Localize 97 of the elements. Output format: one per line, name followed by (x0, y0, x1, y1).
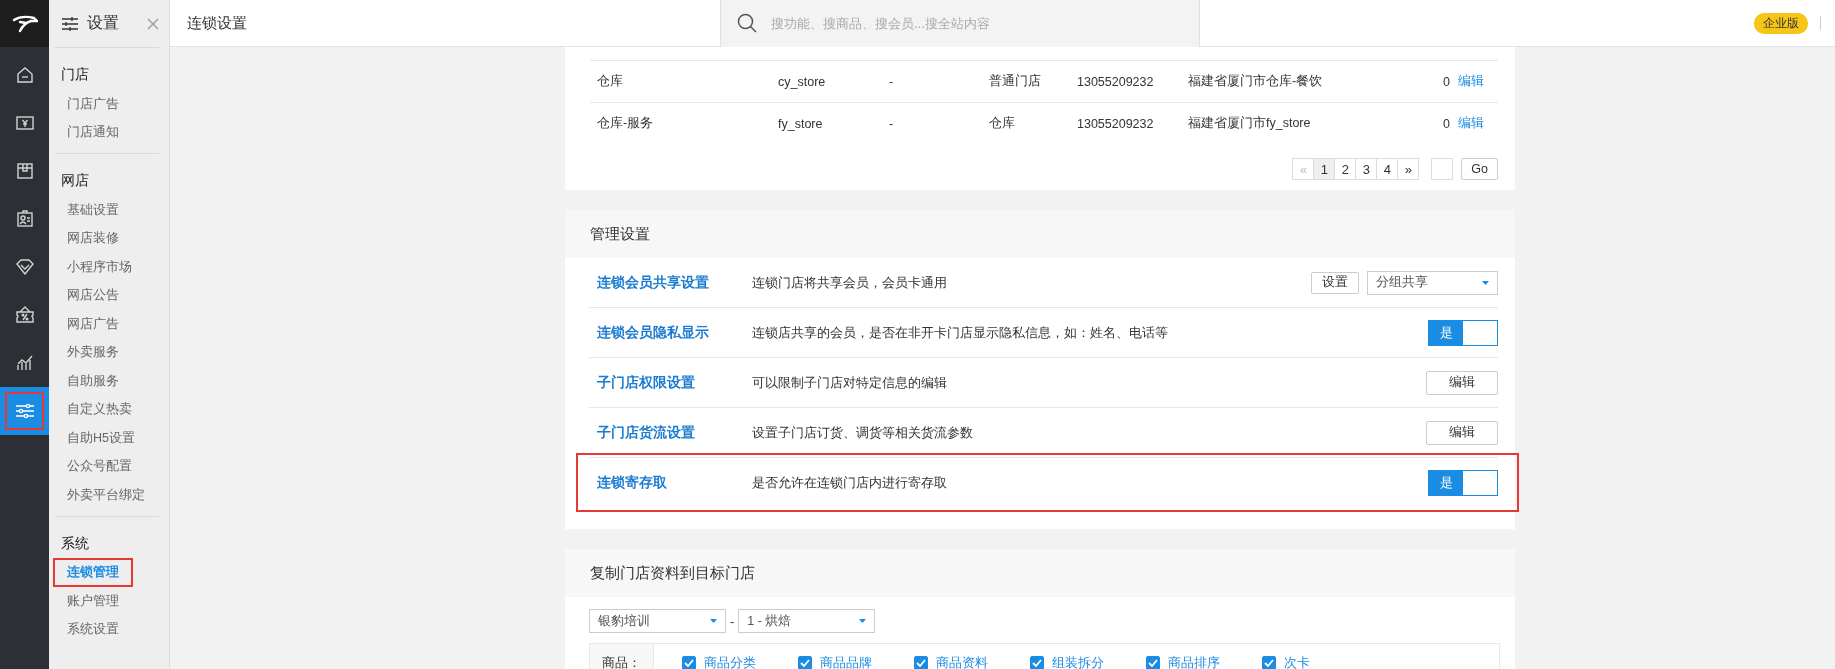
sidebar-item[interactable]: 自助H5设置 (61, 427, 141, 449)
table-cell-text: 仓库 (989, 115, 1016, 132)
setting-description: 可以限制子门店对特定信息的编辑 (752, 373, 947, 392)
row-label: 商品： (590, 644, 654, 669)
setting-description: 设置子门店订货、调货等相关货流参数 (752, 423, 973, 442)
source-store-dropdown[interactable]: 银豹培训 (589, 609, 726, 633)
search-field[interactable]: 搜功能、搜商品、搜会员...搜全站内容 (720, 0, 1200, 47)
checkbox-label[interactable]: 商品排序 (1168, 654, 1220, 669)
sidebar-group-title: 系统 (60, 533, 90, 553)
settings-button[interactable]: 设置 (1311, 271, 1359, 294)
edit-button[interactable]: 编辑 (1426, 420, 1498, 445)
checkbox-label[interactable]: 组装拆分 (1052, 654, 1104, 669)
section-title: 复制门店资料到目标门店 (590, 563, 755, 583)
page-number-button[interactable]: 4 (1376, 158, 1399, 180)
search-input[interactable]: 搜功能、搜商品、搜会员...搜全站内容 (769, 14, 1173, 32)
close-icon[interactable] (147, 17, 159, 30)
page-number-button[interactable]: 1 (1313, 158, 1336, 180)
table-cell-text: 仓库-服务 (597, 115, 655, 132)
rail-nav-item[interactable] (0, 387, 49, 435)
sidebar-item[interactable]: 门店通知 (61, 122, 125, 144)
checkbox[interactable] (914, 656, 928, 669)
sidebar-item[interactable]: 网店广告 (61, 313, 125, 335)
toggle-switch[interactable]: 是 (1428, 469, 1498, 496)
home-icon (15, 66, 34, 84)
sidebar-item[interactable]: 网店装修 (61, 228, 125, 250)
sidebar-item[interactable]: 网店公告 (61, 285, 125, 307)
page-input[interactable] (1431, 158, 1454, 180)
sidebar-item[interactable]: 小程序市场 (61, 256, 138, 278)
table-cell-text: - (889, 74, 895, 89)
table-cell-text: 福建省厦门市仓库-餐饮 (1188, 73, 1324, 90)
checkbox[interactable] (682, 656, 696, 669)
page-number-button[interactable]: 2 (1334, 158, 1357, 180)
sidebar-item[interactable]: 自定义热卖 (61, 399, 138, 421)
table-cell-text: fy_store (778, 116, 824, 131)
separator-text: - (730, 613, 735, 629)
checkbox[interactable] (1146, 656, 1160, 669)
section-title: 管理设置 (590, 224, 650, 244)
logo-icon (11, 14, 38, 33)
sidebar-item[interactable]: 账户管理 (61, 590, 125, 612)
sidebar-item[interactable]: 公众号配置 (61, 456, 138, 478)
table-cell-text: - (889, 116, 895, 131)
settings-sliders-icon (14, 402, 35, 420)
next-page-button[interactable]: » (1397, 158, 1420, 180)
checkbox-label[interactable]: 次卡 (1284, 654, 1310, 669)
table-cell-text: 13055209232 (1077, 74, 1155, 89)
toggle-switch[interactable]: 是 (1428, 319, 1498, 346)
sidebar-item[interactable]: 自助服务 (61, 370, 125, 392)
sidebar-item[interactable]: 外卖平台绑定 (61, 484, 151, 506)
sidebar-title: 设置 (87, 13, 119, 33)
sidebar-group-title: 网店 (60, 171, 90, 190)
id-card-icon (15, 210, 34, 228)
edition-badge: 企业版 (1754, 12, 1808, 34)
setting-description: 是否允许在连锁门店内进行寄存取 (752, 473, 947, 492)
discount-ticket-icon (15, 306, 34, 324)
edit-link[interactable]: 编辑 (1458, 73, 1498, 90)
checkbox-label[interactable]: 商品资料 (936, 654, 988, 669)
page-number-button[interactable]: 3 (1355, 158, 1378, 180)
table-cell-text: 0 (1442, 116, 1451, 131)
setting-title: 连锁会员共享设置 (597, 273, 710, 292)
page-title: 连锁设置 (187, 13, 248, 33)
yen-note-icon (15, 115, 34, 131)
checkbox[interactable] (798, 656, 812, 669)
sidebar-item[interactable]: 连锁管理 (55, 560, 131, 586)
target-store-dropdown[interactable]: 1 - 烘焙 (738, 609, 876, 633)
share-mode-dropdown[interactable]: 分组共享 (1367, 270, 1498, 295)
checkbox-label[interactable]: 商品分类 (704, 654, 756, 669)
setting-title: 子门店货流设置 (597, 423, 696, 442)
caret-icon (1482, 280, 1489, 285)
sidebar-item[interactable]: 系统设置 (61, 619, 125, 641)
table-cell-text: 普通门店 (989, 73, 1042, 90)
box-icon (15, 162, 34, 180)
sidebar-item[interactable]: 门店广告 (61, 93, 125, 115)
table-cell-text: 福建省厦门市fy_store (1188, 115, 1312, 132)
checkbox-label[interactable]: 商品品牌 (820, 654, 872, 669)
setting-title: 连锁会员隐私显示 (597, 323, 710, 342)
checkbox[interactable] (1262, 656, 1276, 669)
sidebar-item[interactable]: 外卖服务 (61, 342, 125, 364)
setting-description: 连锁门店将共享会员，会员卡通用 (752, 273, 947, 292)
caret-icon (710, 619, 717, 623)
table-cell-text: 仓库 (597, 73, 624, 90)
caret-icon (859, 619, 867, 623)
sidebar-item[interactable]: 基础设置 (61, 199, 125, 221)
search-icon (737, 13, 757, 33)
setting-title: 子门店权限设置 (597, 373, 696, 392)
setting-title: 连锁寄存取 (597, 473, 668, 492)
table-cell-text: 0 (1442, 74, 1451, 89)
settings-sliders-icon (61, 16, 79, 31)
table-cell-text: cy_store (778, 74, 827, 89)
sidebar-group-title: 门店 (60, 65, 90, 84)
table-cell-text: 13055209232 (1077, 116, 1155, 131)
edit-button[interactable]: 编辑 (1426, 370, 1498, 395)
setting-description: 连锁店共享的会员，是否在非开卡门店显示隐私信息，如：姓名、电话等 (752, 323, 1168, 342)
diamond-icon (15, 259, 34, 275)
chart-icon (15, 354, 34, 372)
go-button[interactable]: Go (1461, 158, 1498, 180)
edit-link[interactable]: 编辑 (1458, 115, 1498, 132)
checkbox[interactable] (1030, 656, 1044, 669)
